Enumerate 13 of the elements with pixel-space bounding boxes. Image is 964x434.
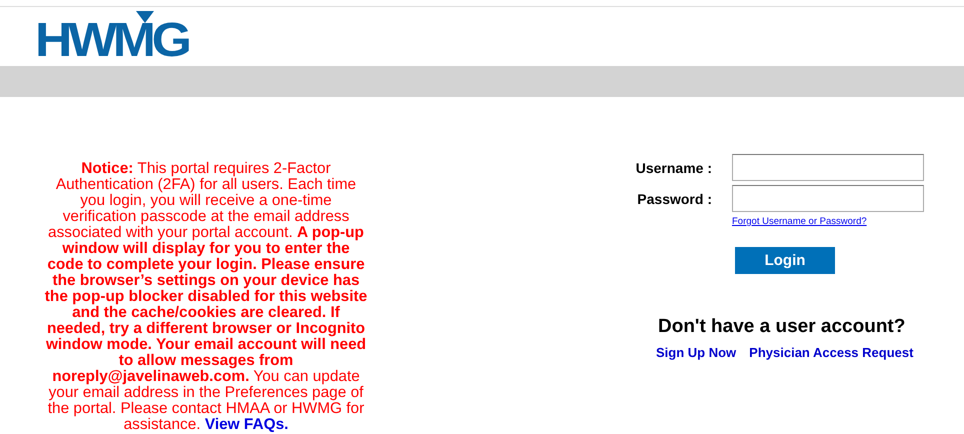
logo-text: HWMG xyxy=(35,21,188,61)
signup-link[interactable]: Sign Up Now xyxy=(656,345,736,360)
faq-link[interactable]: View FAQs. xyxy=(204,416,288,433)
notice-text: Notice: This portal requires 2-Factor Authentication (2FA) for all users. Each time you login, you will receive a one-time verification passcode at the email address associated with your portal account. A pop-up window will display for you to enter the code to complete your login. Please ensure the browser’s settings on your device has the pop-up blocker disabled for this website and the cache/cookies are cleared. If needed, try a different browser or Incognito window mode. Your email account will need to allow messages from noreply@javelinaweb.com. You can update your email address in the Preferences page of the portal. Please contact HMAA or HWMG for assistance. View FAQs. xyxy=(44,161,368,433)
input-field[interactable] xyxy=(732,185,924,212)
login-button[interactable]: Login xyxy=(735,247,835,274)
signup-link[interactable]: Physician Access Request xyxy=(749,345,914,360)
field-label: Username : xyxy=(634,160,713,176)
logo-triangle-icon xyxy=(136,11,154,23)
input-field[interactable] xyxy=(732,154,924,181)
field-label: Password : xyxy=(636,190,713,206)
forgot-link[interactable]: Forgot Username or Password? xyxy=(732,216,924,227)
signup-heading: Don't have a user account? xyxy=(658,316,906,338)
